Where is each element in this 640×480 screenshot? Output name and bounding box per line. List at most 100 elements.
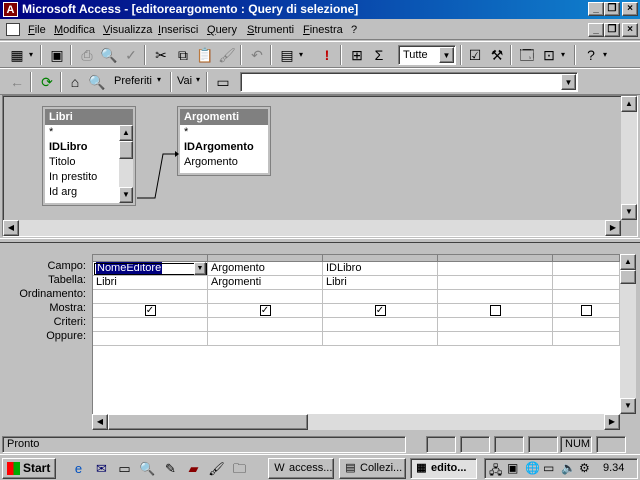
address-combo[interactable]: ▼ [240, 72, 578, 92]
tray-app-icon[interactable]: ⚙ [579, 461, 590, 475]
grid-cell-campo[interactable] [438, 262, 553, 276]
grid-cell-mostra[interactable]: ✓ [323, 304, 438, 318]
show-checkbox[interactable]: ✓ [374, 305, 386, 316]
grid-cell-campo[interactable]: IDLibro [323, 262, 438, 276]
goto-dropdown-icon[interactable]: ▾ [196, 75, 200, 84]
grid-cell[interactable] [208, 290, 323, 304]
monitor-icon[interactable]: ▭ [543, 461, 554, 475]
totals-icon[interactable]: Σ [368, 44, 390, 66]
menu-inserisci[interactable]: Inserisci [158, 24, 198, 36]
grid-cell[interactable] [438, 318, 553, 332]
globe-icon[interactable]: 🌐 [525, 461, 540, 475]
access-app-icon[interactable]: A [3, 2, 18, 17]
address-dropdown-icon[interactable]: ▼ [561, 74, 576, 90]
grid-cell[interactable] [553, 332, 620, 346]
folder-icon[interactable]: 🗀 [231, 460, 248, 477]
grid-cell-campo[interactable]: Argomento [208, 262, 323, 276]
new-object-dropdown-icon[interactable]: ▾ [558, 44, 568, 66]
grid-cell-tabella[interactable] [438, 276, 553, 290]
diagram-vscroll[interactable]: ▲ ▼ [621, 96, 637, 220]
view-icon[interactable]: ▦ [6, 44, 28, 66]
help-icon[interactable]: ? [580, 44, 602, 66]
format-painter-icon[interactable]: 🖌 [216, 44, 238, 66]
scroll-thumb[interactable] [108, 414, 308, 430]
build-icon[interactable]: ⚒ [486, 44, 508, 66]
print-icon[interactable]: ⎙ [76, 44, 98, 66]
top-values-combo[interactable]: Tutte ▼ [398, 45, 456, 65]
column-selector[interactable] [208, 255, 323, 262]
desktop-icon[interactable]: ▭ [116, 460, 133, 477]
grid-vscroll[interactable]: ▲ ▼ [620, 254, 636, 414]
doc-minimize-button[interactable]: _ [588, 23, 604, 37]
scroll-right-icon[interactable]: ▶ [605, 220, 621, 236]
help-dropdown-icon[interactable]: ▾ [600, 44, 610, 66]
goto-menu[interactable]: Vai [177, 75, 192, 87]
doc-close-button[interactable]: × [622, 23, 638, 37]
show-checkbox[interactable]: ✓ [259, 305, 271, 316]
grid-cell-mostra[interactable]: ✓ [208, 304, 323, 318]
search-web-icon[interactable]: 🔍 [86, 71, 108, 93]
cut-icon[interactable]: ✂ [150, 44, 172, 66]
grid-hscroll[interactable]: ◀ ▶ [92, 414, 620, 430]
network-icon[interactable]: 🖧 [489, 461, 502, 480]
scroll-thumb[interactable] [620, 270, 636, 284]
column-selector[interactable] [438, 255, 553, 262]
join-line[interactable] [3, 96, 303, 236]
diagram-hscroll[interactable]: ◀ ▶ [3, 220, 621, 236]
grid-cell[interactable] [438, 332, 553, 346]
column-selector[interactable] [93, 255, 208, 262]
grid-cell-tabella[interactable]: Libri [323, 276, 438, 290]
query-type-icon[interactable]: ▤ [276, 44, 298, 66]
grid-cell[interactable] [323, 332, 438, 346]
menu-finestra[interactable]: Finestra [303, 24, 343, 36]
menu-query[interactable]: Query [207, 24, 237, 36]
scroll-left-icon[interactable]: ◀ [3, 220, 19, 236]
close-button[interactable]: × [622, 2, 638, 16]
grid-cell[interactable] [208, 318, 323, 332]
database-window-icon[interactable]: 🗔 [516, 44, 538, 66]
favorites-menu[interactable]: Preferiti [114, 75, 152, 87]
document-menu-icon[interactable] [6, 23, 20, 36]
grid-cell[interactable] [93, 332, 208, 346]
menu-modifica[interactable]: Modifica [54, 24, 95, 36]
task-collezione[interactable]: ▤ Collezi... [339, 458, 406, 479]
outlook-icon[interactable]: ✉ [93, 460, 110, 477]
grid-cell-mostra[interactable] [553, 304, 620, 318]
grid-cell-tabella[interactable] [553, 276, 620, 290]
grid-cell-tabella[interactable]: Argomenti [208, 276, 323, 290]
show-checkbox[interactable] [580, 305, 592, 316]
scroll-up-icon[interactable]: ▲ [621, 96, 637, 112]
start-button[interactable]: Start [2, 458, 56, 479]
grid-cell[interactable] [323, 290, 438, 304]
ie-icon[interactable]: e [70, 460, 87, 477]
copy-icon[interactable]: ⧉ [172, 44, 194, 66]
spelling-icon[interactable]: ✓ [120, 44, 142, 66]
undo-icon[interactable]: ↶ [246, 44, 268, 66]
refresh-icon[interactable]: ⟳ [36, 71, 58, 93]
query-design-grid[interactable]: ▼ NomeEditore Libri ✓ Argomento Argomenti ✓ IDL… [92, 254, 620, 414]
back-icon[interactable]: ← [6, 71, 28, 93]
paint-icon[interactable]: 🖌 [208, 460, 225, 477]
home-icon[interactable]: ⌂ [64, 71, 86, 93]
grid-cell[interactable] [93, 318, 208, 332]
column-selector[interactable] [323, 255, 438, 262]
show-checkbox[interactable]: ✓ [144, 305, 156, 316]
grid-cell[interactable] [553, 290, 620, 304]
paste-icon[interactable]: 📋 [194, 44, 216, 66]
grid-cell-tabella[interactable]: Libri [93, 276, 208, 290]
grid-cell[interactable] [553, 318, 620, 332]
doc-restore-button[interactable]: ❐ [604, 23, 620, 37]
column-selector[interactable] [553, 255, 620, 262]
grid-cell[interactable] [323, 318, 438, 332]
restore-button[interactable]: ❐ [604, 2, 620, 16]
notepad-icon[interactable]: ✎ [162, 460, 179, 477]
grid-cell[interactable] [438, 290, 553, 304]
grid-cell[interactable] [208, 332, 323, 346]
task-editoreargomento[interactable]: ▦ edito... [410, 458, 477, 479]
menu-help[interactable]: ? [351, 24, 357, 36]
print-preview-icon[interactable]: 🔍 [98, 44, 120, 66]
grid-cell-mostra[interactable]: ✓ [93, 304, 208, 318]
grid-cell-mostra[interactable] [438, 304, 553, 318]
show-table-icon[interactable]: ⊞ [346, 44, 368, 66]
volume-icon[interactable]: 🔈 [561, 461, 576, 475]
